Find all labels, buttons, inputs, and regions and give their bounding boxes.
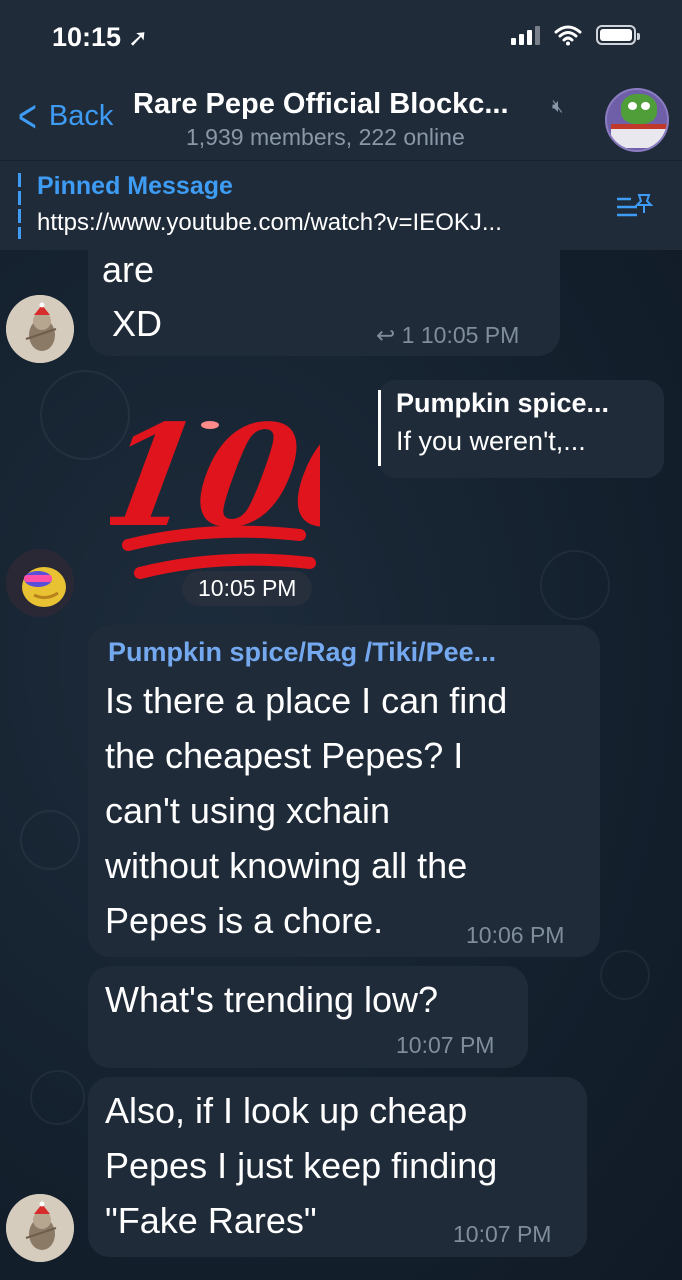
message-bubble[interactable]: are XD ↩︎ 1 10:05 PM	[88, 236, 560, 356]
reply-count: 1	[401, 322, 415, 348]
message-bubble[interactable]: What's trending low? 10:07 PM	[88, 966, 528, 1068]
back-button[interactable]: < Back	[14, 90, 114, 142]
message-text: Pepes is a chore.	[105, 900, 384, 941]
reply-preview[interactable]: Pumpkin spice... If you weren't,...	[378, 380, 664, 478]
message-time: 10:06 PM	[466, 922, 565, 948]
message-text: XD	[102, 303, 163, 344]
status-icons	[511, 24, 640, 46]
message-text: Also, if I look up cheap	[105, 1090, 468, 1131]
avatar[interactable]	[6, 295, 74, 363]
message-text: Pepes I just keep finding	[105, 1145, 498, 1186]
message-text: are	[102, 249, 155, 290]
message-text: the cheapest Pepes? I	[105, 735, 464, 776]
sticker-100[interactable]: 100	[87, 385, 408, 595]
message-text: "Fake Rares"	[105, 1200, 317, 1241]
message-text: What's trending low?	[105, 979, 439, 1020]
reply-bar	[378, 390, 381, 466]
pinned-title: Pinned Message	[37, 172, 233, 200]
signal-icon	[511, 25, 540, 45]
location-arrow-icon: ➚	[128, 25, 149, 52]
chevron-left-icon: <	[18, 90, 37, 142]
message-time: 10:05 PM	[182, 571, 313, 606]
message-time: 10:05 PM	[420, 322, 520, 348]
chat-subtitle: 1,939 members, 222 online	[186, 124, 465, 150]
sender-name[interactable]: Pumpkin spice/Rag /Tiki/Pee...	[108, 637, 496, 668]
message-text: without knowing all the	[105, 845, 468, 886]
muted-icon: 🔇︎	[552, 96, 564, 116]
back-label: Back	[48, 99, 114, 132]
message-bubble[interactable]: Pumpkin spice/Rag /Tiki/Pee... Is there …	[88, 625, 600, 957]
message-text: can't using xchain	[105, 790, 391, 831]
message-bubble[interactable]: Also, if I look up cheap Pepes I just ke…	[88, 1077, 587, 1257]
battery-icon	[596, 25, 640, 45]
status-time: 10:15	[52, 22, 122, 52]
wifi-icon	[554, 25, 582, 46]
reply-arrow-icon: ↩︎	[376, 322, 396, 348]
reply-name: Pumpkin spice...	[396, 388, 610, 418]
pinned-text: https://www.youtube.com/watch?v=IEOKJ...	[37, 209, 502, 236]
avatar[interactable]	[6, 1194, 74, 1262]
message-time: 10:07 PM	[396, 1032, 495, 1058]
pinned-list-icon[interactable]	[615, 191, 655, 221]
message-meta: ↩︎ 1 10:05 PM	[376, 322, 519, 349]
chat-title[interactable]: Rare Pepe Official Blockc...	[133, 88, 509, 121]
avatar[interactable]	[6, 549, 74, 617]
message-text: Is there a place I can find	[105, 680, 508, 721]
pinned-indicator	[18, 173, 21, 239]
top-bar: 10:15 ➚ < Back Rare Pepe Official Blockc…	[0, 0, 682, 160]
message-time: 10:07 PM	[453, 1221, 552, 1247]
reply-text: If you weren't,...	[396, 426, 586, 456]
group-avatar[interactable]	[605, 88, 669, 152]
